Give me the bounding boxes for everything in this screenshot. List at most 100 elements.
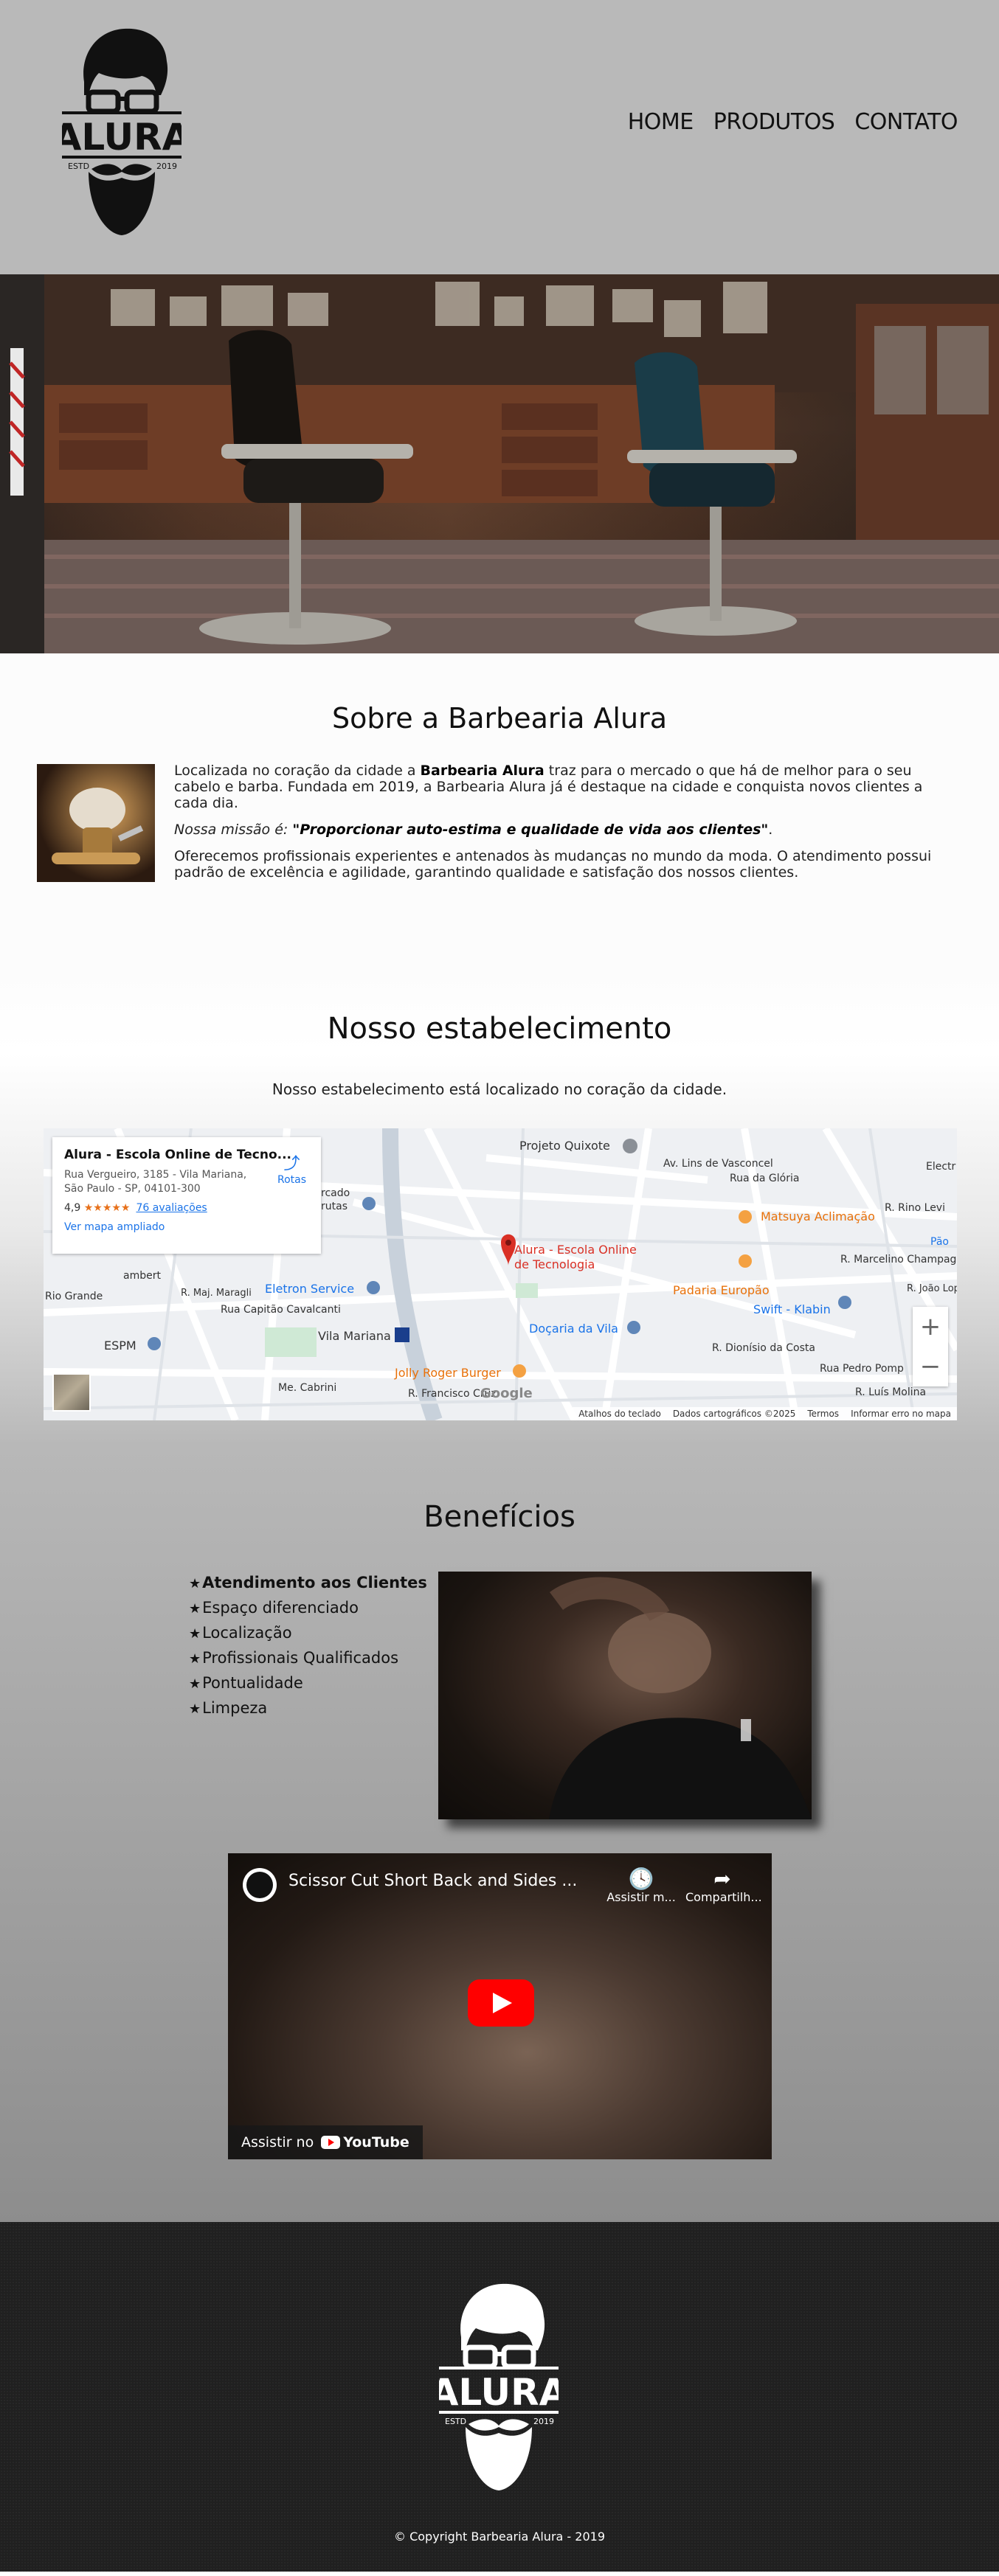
barber-shaving-image — [438, 1572, 812, 1819]
site-footer: ALURA ESTD 2019 © Copyright Barbearia Al… — [0, 2222, 999, 2572]
svg-text:ESTD: ESTD — [68, 162, 89, 171]
keyboard-shortcuts-link[interactable]: Atalhos do teclado — [578, 1409, 661, 1419]
map-label: Padaria Europão — [673, 1283, 770, 1297]
channel-avatar-icon[interactable] — [243, 1868, 277, 1902]
larger-map-link[interactable]: Ver mapa ampliado — [64, 1221, 309, 1233]
footer-bearded-man-logo-icon: ALURA ESTD 2019 — [430, 2283, 568, 2490]
terms-link[interactable]: Termos — [807, 1409, 839, 1419]
star-icon: ★ — [189, 1676, 201, 1692]
video-title[interactable]: Scissor Cut Short Back and Sides ... — [288, 1872, 577, 1890]
place-title: Alura - Escola Online de Tecno... — [64, 1148, 292, 1162]
map-data-text: Dados cartográficos ©2025 — [672, 1409, 796, 1419]
directions-button[interactable]: ⤴ Rotas — [277, 1150, 306, 1186]
share-arrow-icon: ➦ — [713, 1867, 731, 1891]
map-label: rcado — [321, 1187, 350, 1199]
alura-logo[interactable]: ALURA ESTD 2019 — [53, 24, 191, 237]
star-icon: ★ — [189, 1576, 201, 1591]
map-label: Av. Lins de Vasconcel — [663, 1158, 773, 1170]
shaving-brush-image — [37, 764, 155, 882]
map-label: R. Rino Levi — [885, 1202, 945, 1214]
svg-text:2019: 2019 — [156, 162, 177, 171]
satellite-toggle-button[interactable] — [52, 1373, 91, 1412]
about-text: Localizada no coração da cidade a Barbea… — [174, 763, 959, 891]
nav-contato-link[interactable]: CONTATO — [854, 109, 958, 135]
benefits-section: Benefícios ★Atendimento aos Clientes ★Es… — [0, 1445, 999, 2222]
mission-paragraph: Nossa missão é: "Proporcionar auto-estim… — [174, 822, 773, 838]
map-zoom-control: + − — [913, 1307, 948, 1386]
map-label: Vila Mariana — [318, 1329, 391, 1343]
mission-quote: "Proporcionar auto-estima e qualidade de… — [292, 822, 769, 838]
list-item: ★Atendimento aos Clientes — [189, 1574, 427, 1591]
youtube-logo-icon: YouTube — [321, 2134, 409, 2150]
map-label: Me. Cabrini — [278, 1382, 337, 1394]
barber-shaving-illustration — [549, 1577, 812, 1819]
place-info-card: Alura - Escola Online de Tecno... Rua Ve… — [52, 1137, 321, 1254]
clock-icon: 🕓 — [628, 1867, 654, 1891]
zoom-in-button[interactable]: + — [913, 1307, 948, 1347]
footer-logo-brand-text: ALURA — [439, 2371, 559, 2414]
map-label: Doçaria da Vila — [529, 1322, 618, 1336]
benefit-list: ★Atendimento aos Clientes ★Espaço difere… — [189, 1571, 427, 1721]
zoom-out-button[interactable]: − — [913, 1347, 948, 1386]
map-label: Rio Grande — [45, 1291, 103, 1302]
map-label: R. Maj. Maragli — [181, 1288, 252, 1299]
rating-stars-icon: ★★★★★ — [83, 1202, 131, 1214]
about-section: Sobre a Barbearia Alura Localizada no co… — [0, 653, 999, 968]
map-label: Projeto Quixote — [519, 1139, 610, 1153]
map-label: Rua Pedro Pomp — [820, 1363, 904, 1375]
star-icon: ★ — [189, 1626, 201, 1642]
star-icon: ★ — [189, 1651, 201, 1667]
youtube-video-player[interactable]: Scissor Cut Short Back and Sides ... 🕓 As… — [228, 1853, 772, 2159]
bearded-man-logo-icon: ALURA ESTD 2019 — [53, 28, 191, 235]
map-label: Rua da Glória — [730, 1173, 800, 1184]
map-label: R. Dionísio da Costa — [712, 1342, 815, 1354]
list-item: ★Espaço diferenciado — [189, 1599, 359, 1617]
list-item: ★Limpeza — [189, 1699, 268, 1717]
shaving-brush-icon — [37, 764, 155, 882]
map-label: R. João Lopes — [907, 1283, 957, 1294]
watch-on-youtube-button[interactable]: Assistir no YouTube — [228, 2125, 423, 2159]
map-label: R. Marcelino Champag — [840, 1254, 957, 1266]
nav-produtos-link[interactable]: PRODUTOS — [713, 109, 835, 135]
svg-text:ESTD: ESTD — [445, 2417, 466, 2426]
directions-icon: ⤴ — [283, 1155, 300, 1173]
svg-text:2019: 2019 — [533, 2417, 554, 2426]
list-item: ★Profissionais Qualificados — [189, 1649, 399, 1667]
google-logo: Google — [480, 1386, 533, 1401]
site-header: ALURA ESTD 2019 HOME PRODUTOS CONTATO — [0, 0, 999, 274]
map-label: Swift - Klabin — [753, 1302, 831, 1316]
map-label: Eletron Service — [265, 1282, 355, 1296]
share-button[interactable]: ➦ Compartilh... — [685, 1867, 762, 1905]
hero-banner-image — [0, 274, 999, 653]
map-label: Jolly Roger Burger — [395, 1366, 501, 1380]
report-error-link[interactable]: Informar erro no mapa — [851, 1409, 951, 1419]
location-subtitle: Nosso estabelecimento está localizado no… — [272, 1080, 727, 1098]
logo-brand-text: ALURA — [62, 116, 182, 159]
map-label: ESPM — [104, 1339, 136, 1353]
map-label: rutas — [321, 1201, 348, 1212]
barbershop-interior-illustration — [0, 274, 999, 653]
map-label: Pão — [930, 1236, 949, 1248]
star-icon: ★ — [189, 1601, 201, 1617]
map-label: Electr — [926, 1161, 956, 1173]
watch-later-button[interactable]: 🕓 Assistir m... — [604, 1867, 678, 1905]
map-label: ambert — [123, 1270, 161, 1282]
about-paragraph-1: Localizada no coração da cidade a Barbea… — [174, 763, 923, 811]
about-title: Sobre a Barbearia Alura — [332, 702, 667, 735]
nav-home-link[interactable]: HOME — [628, 109, 694, 135]
copyright-text: © Copyright Barbearia Alura - 2019 — [393, 2530, 605, 2544]
list-item: ★Pontualidade — [189, 1674, 303, 1692]
footer-alura-logo[interactable]: ALURA ESTD 2019 — [430, 2280, 568, 2492]
place-rating: 4,9 ★★★★★ 76 avaliações — [64, 1202, 207, 1214]
star-icon: ★ — [189, 1701, 201, 1717]
map-label: Matsuya Aclimação — [761, 1209, 875, 1223]
google-map-embed[interactable]: Alura - Escola Online de Tecno... Rua Ve… — [44, 1128, 957, 1420]
play-button[interactable] — [468, 1979, 534, 2027]
map-label: Rua Capitão Cavalcanti — [221, 1304, 341, 1316]
location-section: Nosso estabelecimento Nosso estabelecime… — [0, 968, 999, 1445]
reviews-link[interactable]: 76 avaliações — [136, 1202, 207, 1214]
brand-name-bold: Barbearia Alura — [420, 763, 545, 779]
location-title: Nosso estabelecimento — [327, 1012, 672, 1046]
place-address: Rua Vergueiro, 3185 - Vila Mariana, São P… — [64, 1169, 247, 1195]
benefits-title: Benefícios — [424, 1500, 575, 1534]
